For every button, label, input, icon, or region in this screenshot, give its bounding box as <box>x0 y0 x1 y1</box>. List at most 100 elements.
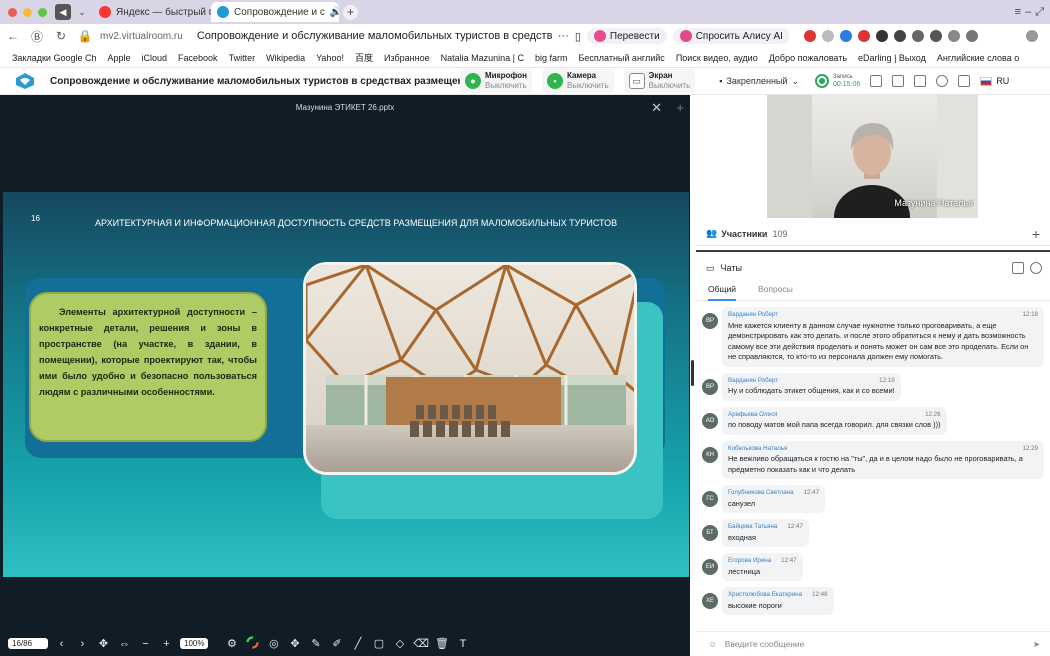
bookmark-item[interactable]: Twitter <box>229 53 256 63</box>
extension-icon[interactable] <box>929 30 942 42</box>
bookmark-item[interactable]: big farm <box>535 53 568 63</box>
russia-flag-icon <box>980 76 993 86</box>
tab-yandex[interactable]: Яндекс — быстрый поиск <box>93 2 211 22</box>
bookmark-item[interactable]: Английские слова о <box>937 53 1019 63</box>
bookmark-item[interactable]: Yahoo! <box>316 53 344 63</box>
address-page-title[interactable]: Сопровождение и обслуживание маломобильн… <box>197 30 552 42</box>
zoom-level[interactable]: 100% <box>180 638 209 649</box>
bookmark-item[interactable]: eDarling | Выход <box>858 53 926 63</box>
mic-control[interactable]: ● Микрофон Выключить <box>460 69 532 93</box>
extension-icon[interactable] <box>911 30 924 42</box>
bookmark-item[interactable]: Apple <box>107 53 130 63</box>
bookmark-item[interactable]: Wikipedia <box>266 53 305 63</box>
settings-icon[interactable] <box>958 75 971 87</box>
rectangle-icon[interactable]: ▢ <box>371 637 386 650</box>
minimize-icon[interactable]: – <box>1025 6 1031 19</box>
bookmark-item[interactable]: 百度 <box>355 51 373 64</box>
bookmark-item[interactable]: Избранное <box>384 53 430 63</box>
layout-icon[interactable] <box>870 75 883 87</box>
extension-icon[interactable] <box>821 30 834 42</box>
extension-blue-icon[interactable] <box>839 30 852 42</box>
message-bubble: Варданян Роберт 12:18 Мне кажется клиенту … <box>722 307 1044 367</box>
new-tab-button[interactable]: + <box>343 4 358 20</box>
yandex-b-icon[interactable]: Ⓑ <box>28 28 46 45</box>
back-icon[interactable]: ← <box>4 29 22 43</box>
bookmark-item[interactable]: Бесплатный английс <box>579 53 665 63</box>
marker-icon[interactable]: ✎ <box>308 637 323 650</box>
bookmark-icon[interactable]: ▯ <box>575 30 581 43</box>
restore-icon[interactable]: ⤢ <box>1035 6 1044 19</box>
minimize-window-icon[interactable] <box>23 7 32 17</box>
zoom-window-icon[interactable] <box>38 7 47 17</box>
chevron-down-icon[interactable]: ⌄ <box>74 4 90 20</box>
alice-button[interactable]: Спросить Алису AI <box>672 28 790 44</box>
zoom-out-icon[interactable]: − <box>138 638 153 650</box>
bookmark-item[interactable]: Закладки Google Ch <box>12 53 96 63</box>
more-icon[interactable]: ··· <box>558 30 569 42</box>
tab-questions[interactable]: Вопросы <box>758 281 793 301</box>
extension-icon[interactable] <box>947 30 960 42</box>
lock-icon: 🔒 <box>77 29 93 43</box>
camera-icon: ▪ <box>546 73 563 89</box>
language-selector[interactable]: RU <box>980 76 1009 86</box>
chat-list-icon[interactable] <box>1012 262 1024 274</box>
camera-control[interactable]: ▪ Камера Выключить <box>541 69 614 93</box>
add-participant-icon[interactable]: + <box>1032 226 1040 242</box>
bookmark-item[interactable]: Поиск видео, аудио <box>676 53 758 63</box>
trash-icon[interactable]: 🗑 <box>434 637 449 650</box>
shape-icon[interactable]: ◇ <box>392 637 407 650</box>
divider-handle[interactable] <box>691 360 694 386</box>
settings-icon[interactable]: ⚙ <box>224 637 239 650</box>
panel-separator[interactable] <box>696 246 1050 252</box>
pan-icon[interactable]: ✥ <box>287 637 302 650</box>
text-tool-icon[interactable]: T <box>455 638 470 650</box>
files-icon[interactable] <box>892 75 905 87</box>
translate-button[interactable]: Перевести <box>586 28 667 44</box>
tab-current[interactable]: Сопровождение и с 🔊 ✕ <box>211 2 339 22</box>
screen-control[interactable]: ▭ Экран Выключить <box>623 69 696 93</box>
extension-icon[interactable] <box>893 30 906 42</box>
reload-icon[interactable]: ↻ <box>52 29 70 43</box>
users-icon[interactable] <box>914 75 927 87</box>
adblock-icon[interactable] <box>857 30 870 42</box>
fit-icon[interactable]: ⇔ <box>117 638 132 650</box>
profile-icon[interactable] <box>965 30 978 42</box>
extension-k-icon[interactable] <box>875 30 888 42</box>
participants-header[interactable]: 👥 Участники 109 + <box>696 222 1050 246</box>
pointer-icon[interactable]: ◎ <box>266 637 281 650</box>
tab-general[interactable]: Общий <box>708 281 736 301</box>
eraser-icon[interactable]: ⌫ <box>413 637 429 650</box>
color-picker-icon[interactable] <box>245 635 260 652</box>
bookmark-item[interactable]: Добро пожаловать <box>769 53 847 63</box>
send-icon[interactable]: ➤ <box>1033 639 1040 650</box>
sound-icon[interactable]: ◀ <box>55 4 71 20</box>
adblock-icon[interactable] <box>803 30 816 42</box>
speaker-video[interactable]: Мазунина Наталья <box>767 95 978 218</box>
close-window-icon[interactable] <box>8 7 17 17</box>
close-icon[interactable]: ✕ <box>651 100 662 116</box>
next-page-icon[interactable]: › <box>75 638 90 650</box>
url-text[interactable]: mv2.virtualroom.ru <box>100 31 183 42</box>
bookmark-item[interactable]: iCloud <box>142 53 168 63</box>
message-time: 12:47 <box>787 523 803 530</box>
video-area: Мазунина Наталья <box>696 95 1050 222</box>
prev-page-icon[interactable]: ‹ <box>54 638 69 650</box>
info-icon[interactable] <box>936 75 949 87</box>
zoom-in-icon[interactable]: + <box>159 638 174 650</box>
pen-icon[interactable]: ✐ <box>329 637 344 650</box>
message-text: высокие пороги <box>728 600 782 610</box>
alice-icon <box>679 30 692 42</box>
emoji-icon[interactable]: ☺ <box>708 639 717 649</box>
chat-input[interactable]: Введите сообщение <box>725 639 805 649</box>
record-indicator[interactable]: Запись 00:15:06 <box>814 73 860 89</box>
chat-settings-icon[interactable] <box>1030 262 1042 274</box>
download-icon[interactable] <box>1026 30 1038 42</box>
page-indicator[interactable]: 16/86 <box>8 638 48 649</box>
bookmark-item[interactable]: Facebook <box>178 53 218 63</box>
menu-icon[interactable]: ≡ <box>1015 6 1021 19</box>
bookmark-item[interactable]: Natalia Mazunina | C <box>441 53 524 63</box>
line-icon[interactable]: ╱ <box>350 637 365 650</box>
pinned-dropdown[interactable]: ▪ Закрепленный ⌄ <box>719 76 799 87</box>
add-icon[interactable]: + <box>676 100 684 115</box>
move-icon[interactable]: ✥ <box>96 637 111 650</box>
